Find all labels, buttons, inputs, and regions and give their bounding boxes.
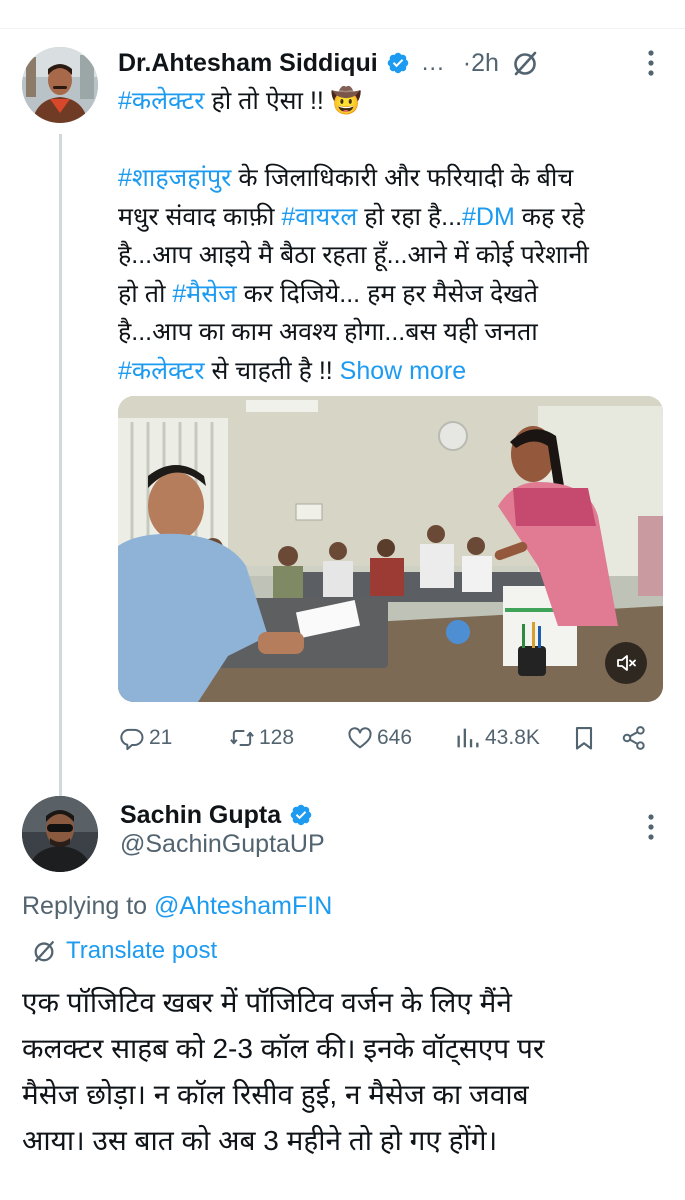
more-options-icon[interactable] [647,48,655,78]
views-chart-icon [457,728,479,748]
reply-text-line: मैसेज छोड़ा। न कॉल रिसीव हुई, न मैसेज का… [22,1079,529,1110]
text-segment: है...आप आइये मै बैठा रहता हूँ...आने में … [118,241,589,269]
text-segment: मधुर संवाद काफ़ी [118,202,282,231]
text-segment: हो तो ऐसा !! 🤠 [204,87,362,115]
thread-connector-line [59,134,62,824]
view-count: 43.8K [485,726,540,749]
hashtag-link[interactable]: #कलेक्टर [118,357,205,385]
text-segment: हो रहा है... [357,202,463,231]
reply-text-line: एक पॉजिटिव खबर में पॉजिटिव वर्जन के लिए … [22,987,512,1018]
text-segment: हो तो [118,279,173,308]
translate-globe-icon [34,941,54,962]
tweet-text: #कलेक्टर हो तो ऐसा !! 🤠 #शाहजहांपुर के जि… [118,82,678,390]
show-more-link[interactable]: Show more [340,357,466,385]
text-segment: है...आप का काम अवश्य होगा...बस यही जनता [118,318,538,346]
author-name[interactable]: Dr.Ahtesham Siddiqui [118,49,378,78]
translate-post-button[interactable]: Translate post [30,934,217,968]
share-button[interactable] [620,722,648,754]
reply-text-line: कलक्टर साहब को 2-3 कॉल की। इनके वॉट्सएप … [22,1033,545,1064]
replying-to-label: Replying to [22,892,155,920]
views-button[interactable]: 43.8K [454,722,540,754]
reply-author-handle[interactable]: @SachinGuptaUP [120,830,325,859]
hashtag-link[interactable]: #DM [462,203,515,231]
tweet-text-line: है...आप आइये मै बैठा रहता हूँ...आने में … [118,236,678,275]
heart-icon [348,727,372,749]
tweet-text-line: #कलेक्टर से चाहती है !! Show more [118,352,678,391]
reply-icon [120,728,144,751]
reply-author-row: Sachin Gupta [120,798,313,832]
text-segment: कह रहे [514,202,585,231]
tweet-action-bar: 21 128 646 43.8K [118,722,663,754]
reply-button[interactable]: 21 [118,722,172,754]
replying-to-handle-link[interactable]: @AhteshamFIN [154,892,332,920]
top-divider [0,28,685,29]
translate-post-label: Translate post [66,937,218,964]
hashtag-link[interactable]: #कलेक्टर [118,87,205,115]
no-edit-slash-icon [509,47,541,79]
speaker-muted-icon [617,655,636,671]
reply-text: एक पॉजिटिव खबर में पॉजिटिव वर्जन के लिए … [22,980,662,1164]
text-segment: के जिलाधिकारी और फरियादी के बीच [231,164,574,192]
reply-author-name[interactable]: Sachin Gupta [120,801,281,830]
reply-count: 21 [149,726,173,749]
video-thumbnail[interactable] [118,396,663,702]
name-truncation-ellipsis: ... [421,49,445,76]
like-button[interactable]: 646 [346,722,412,754]
tweet-text-line: #कलेक्टर हो तो ऐसा !! 🤠 [118,82,678,121]
replying-to-line: Replying to @AhteshamFIN [22,892,332,921]
tweet-text-line: मधुर संवाद काफ़ी #वायरल हो रहा है...#DM … [118,198,678,237]
video-mute-button[interactable] [605,642,647,684]
tweet-header: Dr.Ahtesham Siddiqui ... ·2h [118,46,673,80]
text-segment: से चाहती है !! [204,356,340,385]
tweet-text-line: #शाहजहांपुर के जिलाधिकारी और फरियादी के … [118,159,678,198]
hashtag-link[interactable]: #वायरल [281,203,357,231]
video-still-image [118,396,663,702]
like-count: 646 [377,726,413,749]
verified-badge-icon [289,803,313,827]
bookmark-button[interactable] [570,722,598,754]
avatar-sachin[interactable] [22,796,98,872]
more-options-icon[interactable] [647,812,655,842]
post-timestamp[interactable]: ·2h [463,49,499,78]
text-segment: कर दिजिये... हम हर मैसेज देखते [236,279,539,308]
verified-badge-icon [386,51,410,75]
repost-icon [230,730,254,746]
avatar-ahtesham[interactable] [22,47,98,123]
hashtag-link[interactable]: #शाहजहांपुर [118,164,231,192]
repost-button[interactable]: 128 [228,722,294,754]
repost-count: 128 [259,726,295,749]
hashtag-link[interactable]: #मैसेज [172,280,236,308]
bookmark-icon [575,727,593,750]
reply-text-line: आया। उस बात को अब 3 महीने तो हो गए होंगे… [22,1125,498,1156]
tweet-text-line: है...आप का काम अवश्य होगा...बस यही जनता [118,313,678,352]
share-icon [622,726,645,750]
tweet-text-line: हो तो #मैसेज कर दिजिये... हम हर मैसेज दे… [118,275,678,314]
